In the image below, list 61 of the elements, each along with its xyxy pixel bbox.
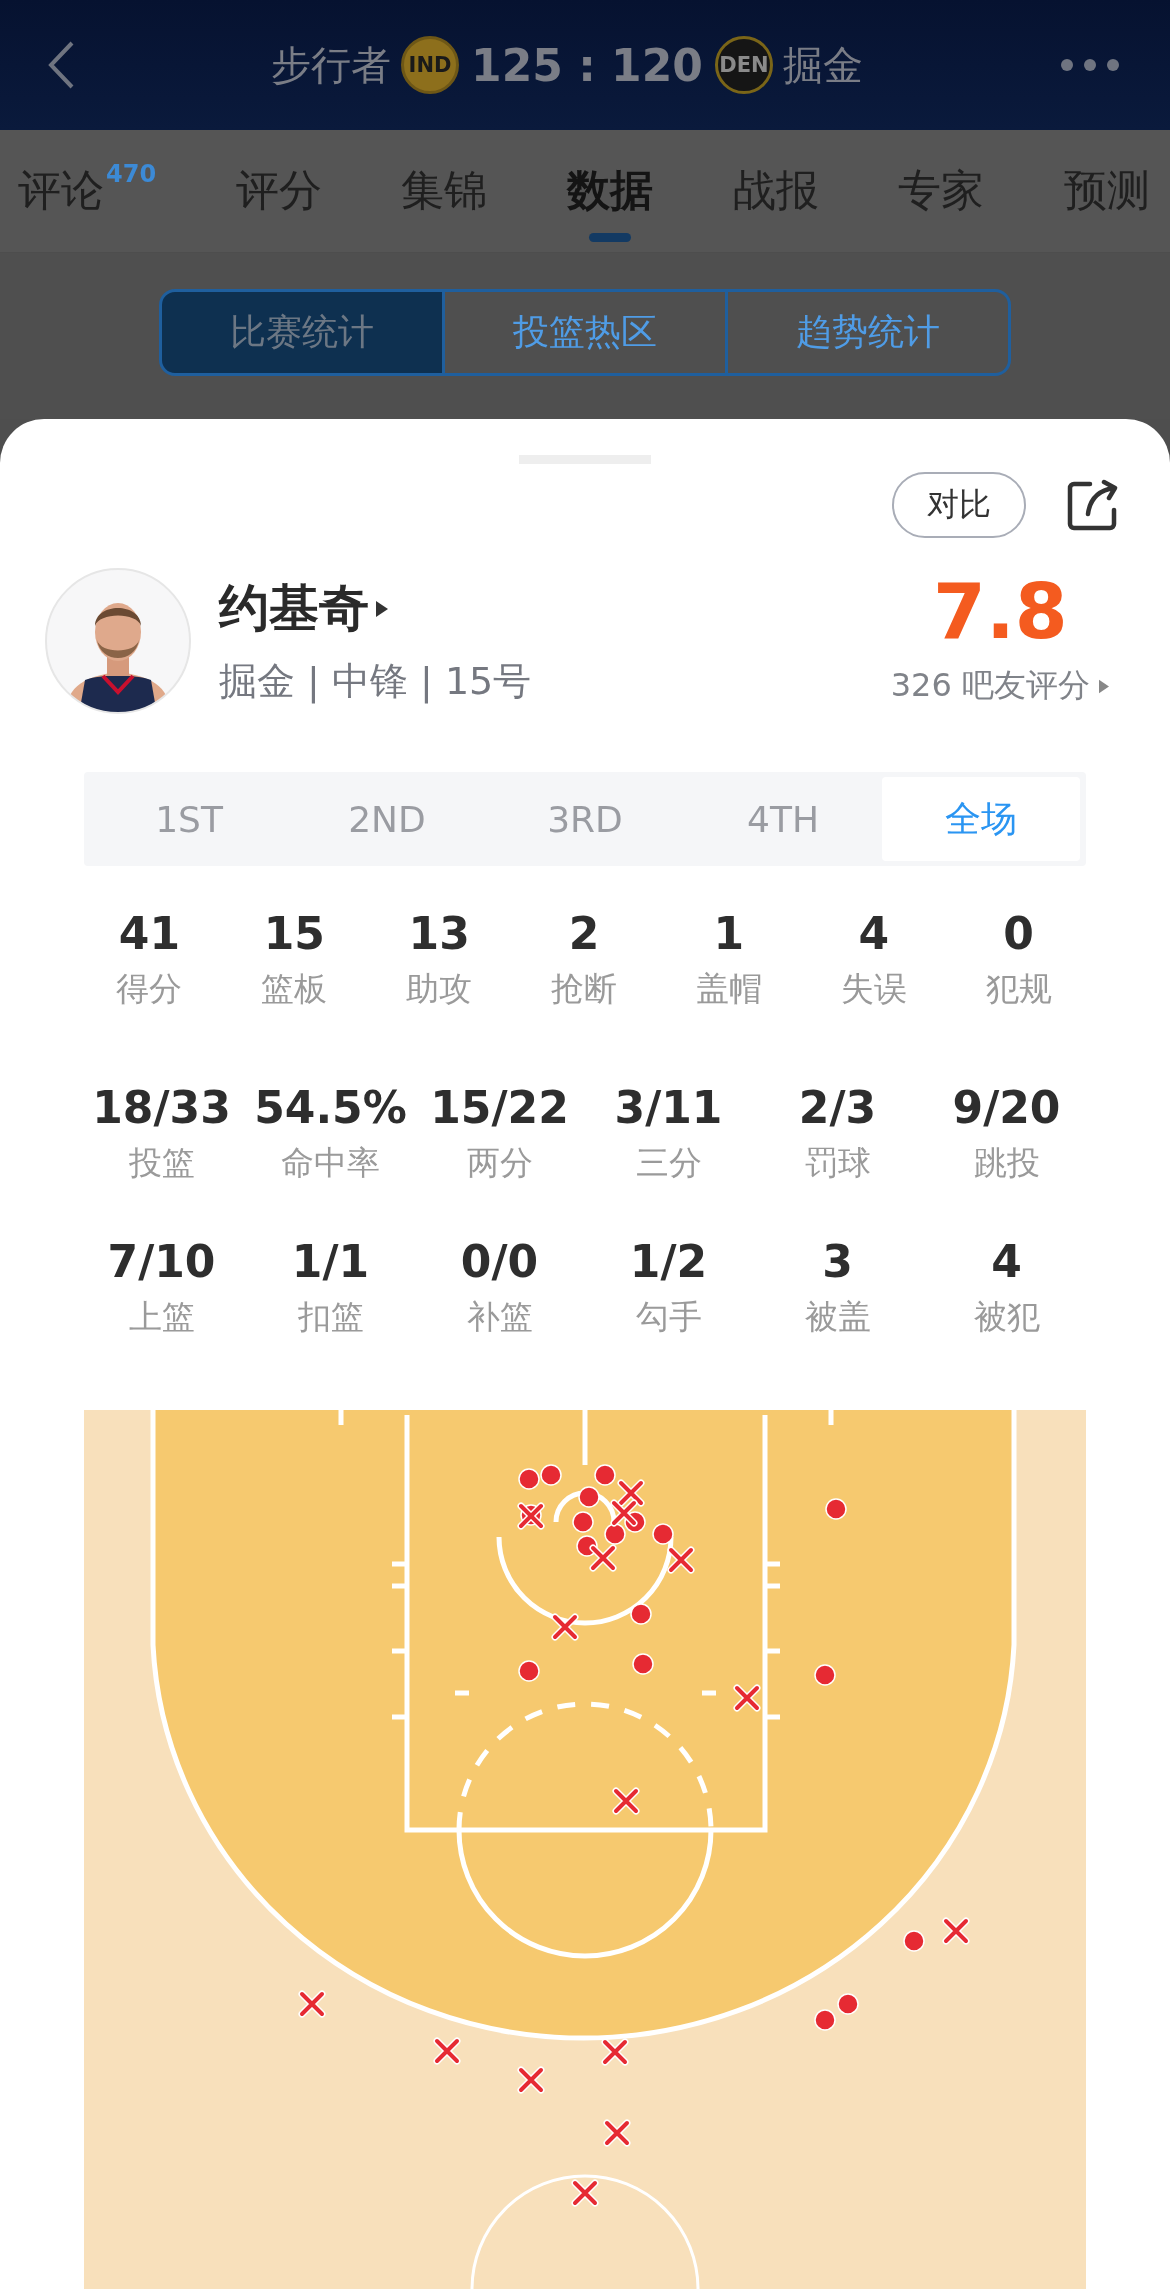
stat-value: 15 [263, 908, 325, 959]
stat-value: 4 [858, 908, 889, 959]
stat-value: 3/11 [614, 1082, 723, 1133]
more-icon[interactable] [1058, 58, 1122, 72]
stat-label: 跳投 [973, 1142, 1040, 1184]
stat-label: 扣篮 [297, 1296, 364, 1338]
stat-label: 被犯 [973, 1296, 1040, 1338]
stat-value: 9/20 [952, 1082, 1061, 1133]
period-tab[interactable]: 2ND [288, 777, 486, 861]
stat-label: 勾手 [635, 1296, 702, 1338]
team-name: 步行者 [271, 40, 392, 90]
stat-label: 命中率 [281, 1142, 380, 1184]
stat-label: 两分 [466, 1142, 533, 1184]
stat-label: 上篮 [128, 1296, 195, 1338]
period-tab[interactable]: 4TH [684, 777, 882, 861]
stat-label: 犯规 [985, 968, 1052, 1010]
stat-label: 被盖 [804, 1296, 871, 1338]
team-name: 掘金 [782, 40, 863, 90]
stat-value: 4 [991, 1236, 1022, 1287]
stat-label: 补篮 [466, 1296, 533, 1338]
stat-label: 投篮 [128, 1142, 195, 1184]
score: 125 : 120 [471, 39, 703, 91]
stat-label: 抢断 [551, 968, 617, 1010]
stat-label: 失误 [840, 968, 907, 1010]
stat-label: 盖帽 [695, 968, 762, 1010]
team-logo: IND [401, 36, 460, 94]
stat-value: 2 [568, 908, 600, 959]
segment-tab[interactable]: 比赛统计 [159, 289, 445, 376]
stat-value: 1/1 [291, 1236, 370, 1287]
rating-score: 7.8 [933, 574, 1068, 650]
compare-button[interactable]: 对比 [892, 472, 1026, 538]
stat-label: 得分 [116, 968, 183, 1010]
team-logo: DEN [714, 36, 773, 94]
stat-value: 54.5% [254, 1082, 407, 1133]
period-tab[interactable]: 3RD [486, 777, 684, 861]
period-tab[interactable]: 1ST [90, 777, 288, 861]
stat-value: 3 [822, 1236, 853, 1287]
tab[interactable]: 数据 [567, 136, 654, 246]
share-icon[interactable] [1066, 478, 1120, 532]
stat-label: 三分 [635, 1142, 702, 1184]
period-tab[interactable]: 全场 [882, 777, 1080, 861]
stat-value: 1 [713, 908, 745, 959]
caret-icon[interactable] [375, 599, 389, 618]
segment-tab[interactable]: 投篮热区 [445, 289, 728, 376]
stat-value: 18/33 [92, 1082, 231, 1133]
back-icon[interactable] [46, 40, 76, 90]
stat-value: 1/2 [629, 1236, 708, 1287]
stat-value: 0/0 [460, 1236, 539, 1287]
player-info: 掘金 | 中锋 | 15号 [219, 658, 533, 706]
player-name[interactable]: 约基奇 [219, 575, 369, 642]
stat-value: 2/3 [798, 1082, 877, 1133]
stat-value: 15/22 [430, 1082, 569, 1133]
stat-value: 7/10 [107, 1236, 216, 1287]
stat-value: 0 [1003, 908, 1034, 959]
stat-label: 罚球 [804, 1142, 871, 1184]
stat-value: 41 [118, 908, 181, 959]
stat-value: 13 [408, 908, 470, 959]
stat-label: 篮板 [261, 968, 328, 1010]
stat-label: 助攻 [406, 968, 473, 1010]
segment-tab[interactable]: 趋势统计 [728, 289, 1011, 376]
rating-count[interactable]: 326 吧友评分 [890, 664, 1090, 708]
